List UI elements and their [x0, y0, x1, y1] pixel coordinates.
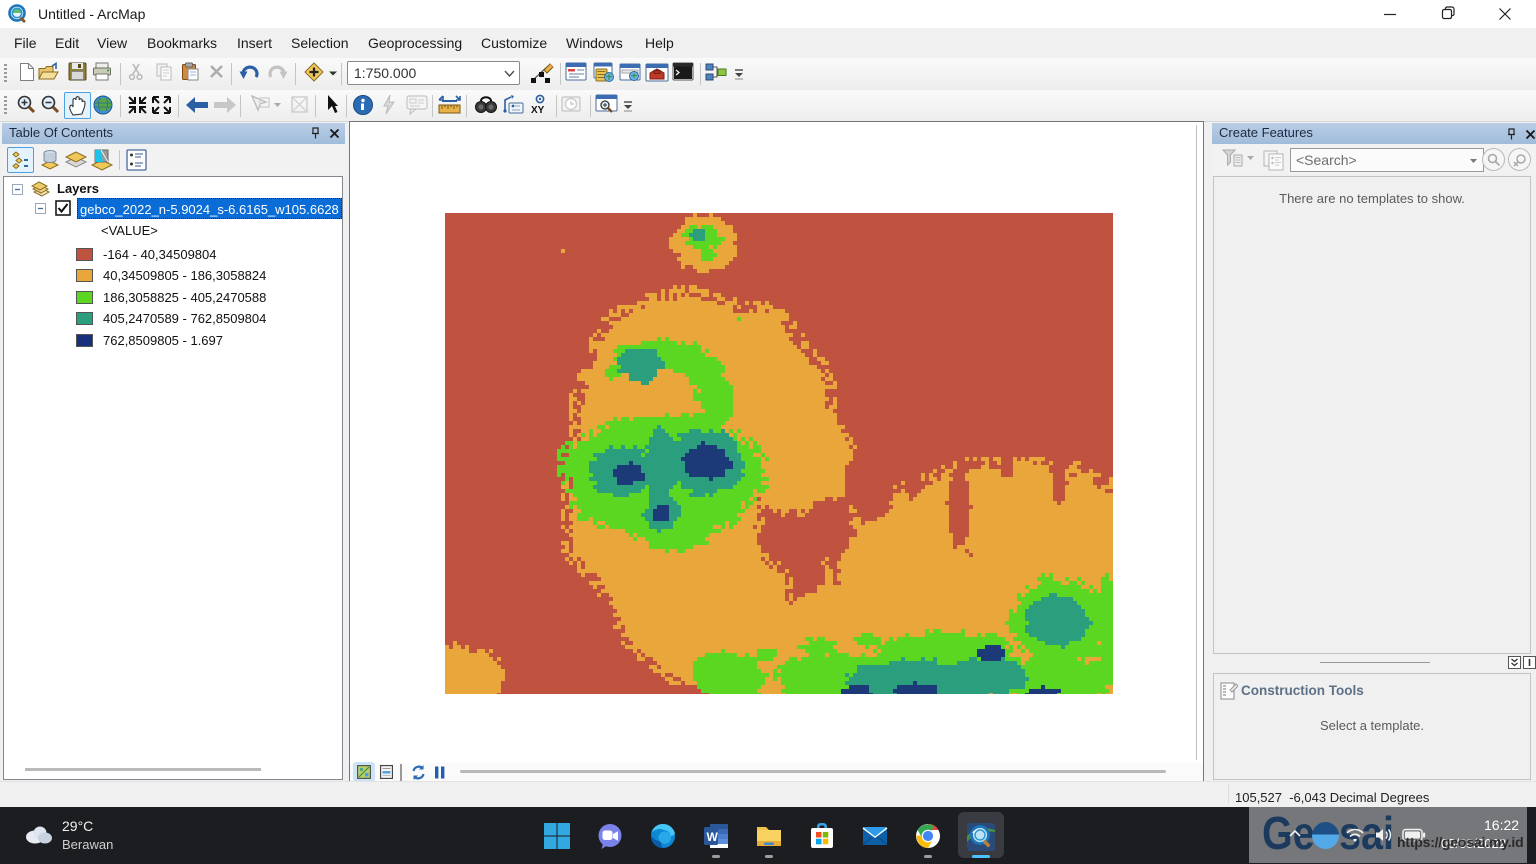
svg-text:XY: XY — [531, 105, 545, 116]
svg-text:W: W — [707, 830, 719, 844]
